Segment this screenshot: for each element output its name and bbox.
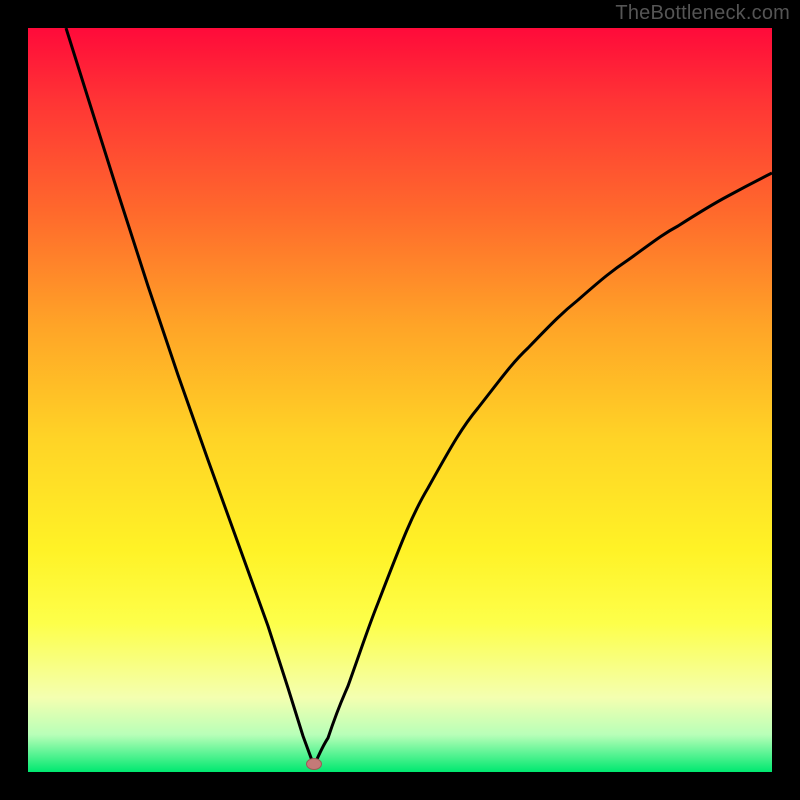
plot-area: [28, 28, 772, 772]
curve-path: [66, 28, 772, 766]
chart-frame: TheBottleneck.com: [0, 0, 800, 800]
minimum-marker: [306, 758, 322, 770]
watermark-text: TheBottleneck.com: [615, 2, 790, 25]
curve-svg: [28, 28, 772, 772]
